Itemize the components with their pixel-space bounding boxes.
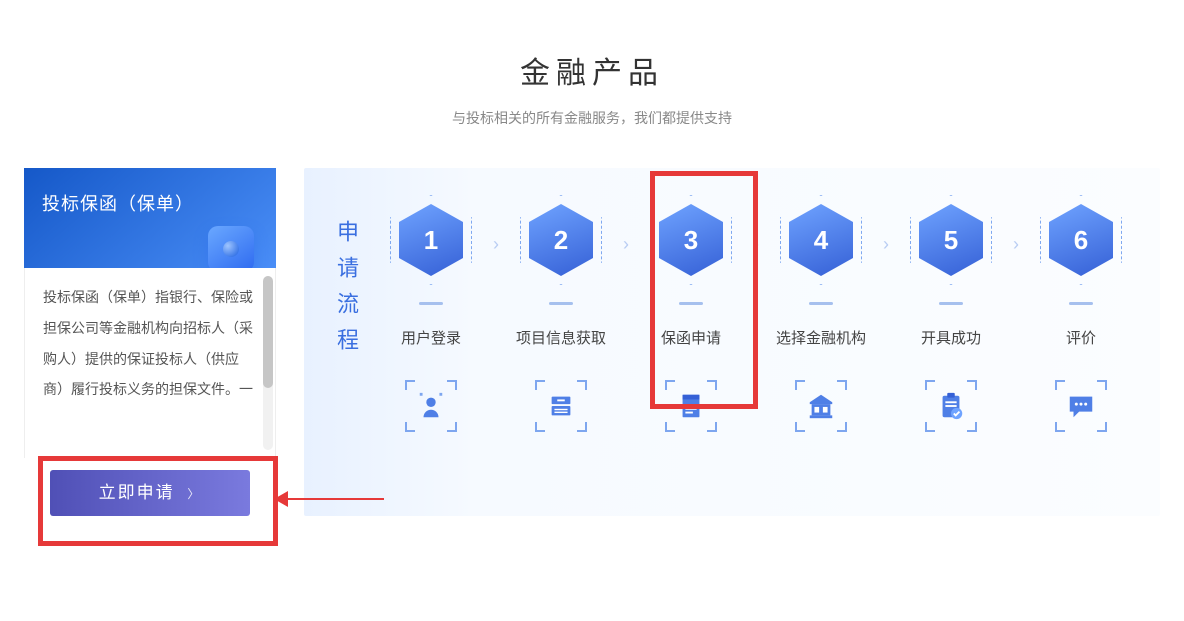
card-title: 投标保函（保单） xyxy=(42,194,194,214)
user-icon xyxy=(405,380,457,432)
process-vertical-label: 申请流程 xyxy=(328,220,362,494)
step-dash xyxy=(679,302,703,305)
chat-icon xyxy=(1055,380,1107,432)
card-header: 投标保函（保单） xyxy=(24,168,276,268)
step-hexagon: 2 xyxy=(525,200,597,280)
step-1: 1 用户登录 xyxy=(372,200,490,432)
card-body: 投标保函（保单）指银行、保险或担保公司等金融机构向招标人（采购人）提供的保证投标… xyxy=(24,268,276,458)
document-icon xyxy=(665,380,717,432)
step-dash xyxy=(1069,302,1093,305)
annotation-arrow xyxy=(280,498,384,500)
step-4: 4 选择金融机构 xyxy=(762,200,880,432)
clipboard-check-icon xyxy=(925,380,977,432)
step-hexagon: 1 xyxy=(395,200,467,280)
file-cabinet-icon xyxy=(535,380,587,432)
step-dash xyxy=(809,302,833,305)
apply-label: 立即申请 xyxy=(99,483,175,502)
page-subtitle: 与投标相关的所有金融服务，我们都提供支持 xyxy=(0,108,1184,128)
step-label: 选择金融机构 xyxy=(776,327,866,348)
card-scrollbar[interactable] xyxy=(263,276,273,450)
apply-button[interactable]: 立即申请 〉 xyxy=(50,470,250,516)
page-title: 金融产品 xyxy=(0,48,1184,92)
step-label: 评价 xyxy=(1066,327,1096,348)
step-label: 保函申请 xyxy=(661,327,721,348)
step-arrow-icon: › xyxy=(750,234,762,255)
step-5: 5 开具成功 xyxy=(892,200,1010,432)
step-hexagon: 6 xyxy=(1045,200,1117,280)
step-arrow-icon: › xyxy=(1010,234,1022,255)
step-arrow-icon: › xyxy=(490,234,502,255)
step-2: 2 项目信息获取 xyxy=(502,200,620,432)
annotation-arrow-head xyxy=(274,491,288,507)
bank-icon xyxy=(795,380,847,432)
steps-row: 1 用户登录 › 2 项目信息获取 › 3 保函申请 › 4 选择金融机构 › 5 开具成功 › 6 评价 xyxy=(372,194,1142,494)
step-label: 项目信息获取 xyxy=(516,327,606,348)
decor-icon xyxy=(208,226,254,272)
step-arrow-icon: › xyxy=(880,234,892,255)
step-dash xyxy=(419,302,443,305)
step-label: 开具成功 xyxy=(921,327,981,348)
step-hexagon: 3 xyxy=(655,200,727,280)
product-card: 投标保函（保单） 投标保函（保单）指银行、保险或担保公司等金融机构向招标人（采购… xyxy=(24,168,276,516)
chevron-right-icon: 〉 xyxy=(187,487,201,501)
step-label: 用户登录 xyxy=(401,327,461,348)
card-description: 投标保函（保单）指银行、保险或担保公司等金融机构向招标人（采购人）提供的保证投标… xyxy=(43,289,253,397)
process-panel: 申请流程 1用户登录›2项目信息获取›3保函申请›4选择金融机构›5开具成功›6… xyxy=(304,168,1160,516)
step-hexagon: 4 xyxy=(785,200,857,280)
step-hexagon: 5 xyxy=(915,200,987,280)
step-arrow-icon: › xyxy=(620,234,632,255)
step-dash xyxy=(939,302,963,305)
step-3: 3 保函申请 xyxy=(632,200,750,432)
step-dash xyxy=(549,302,573,305)
step-6: 6 评价 xyxy=(1022,200,1140,432)
